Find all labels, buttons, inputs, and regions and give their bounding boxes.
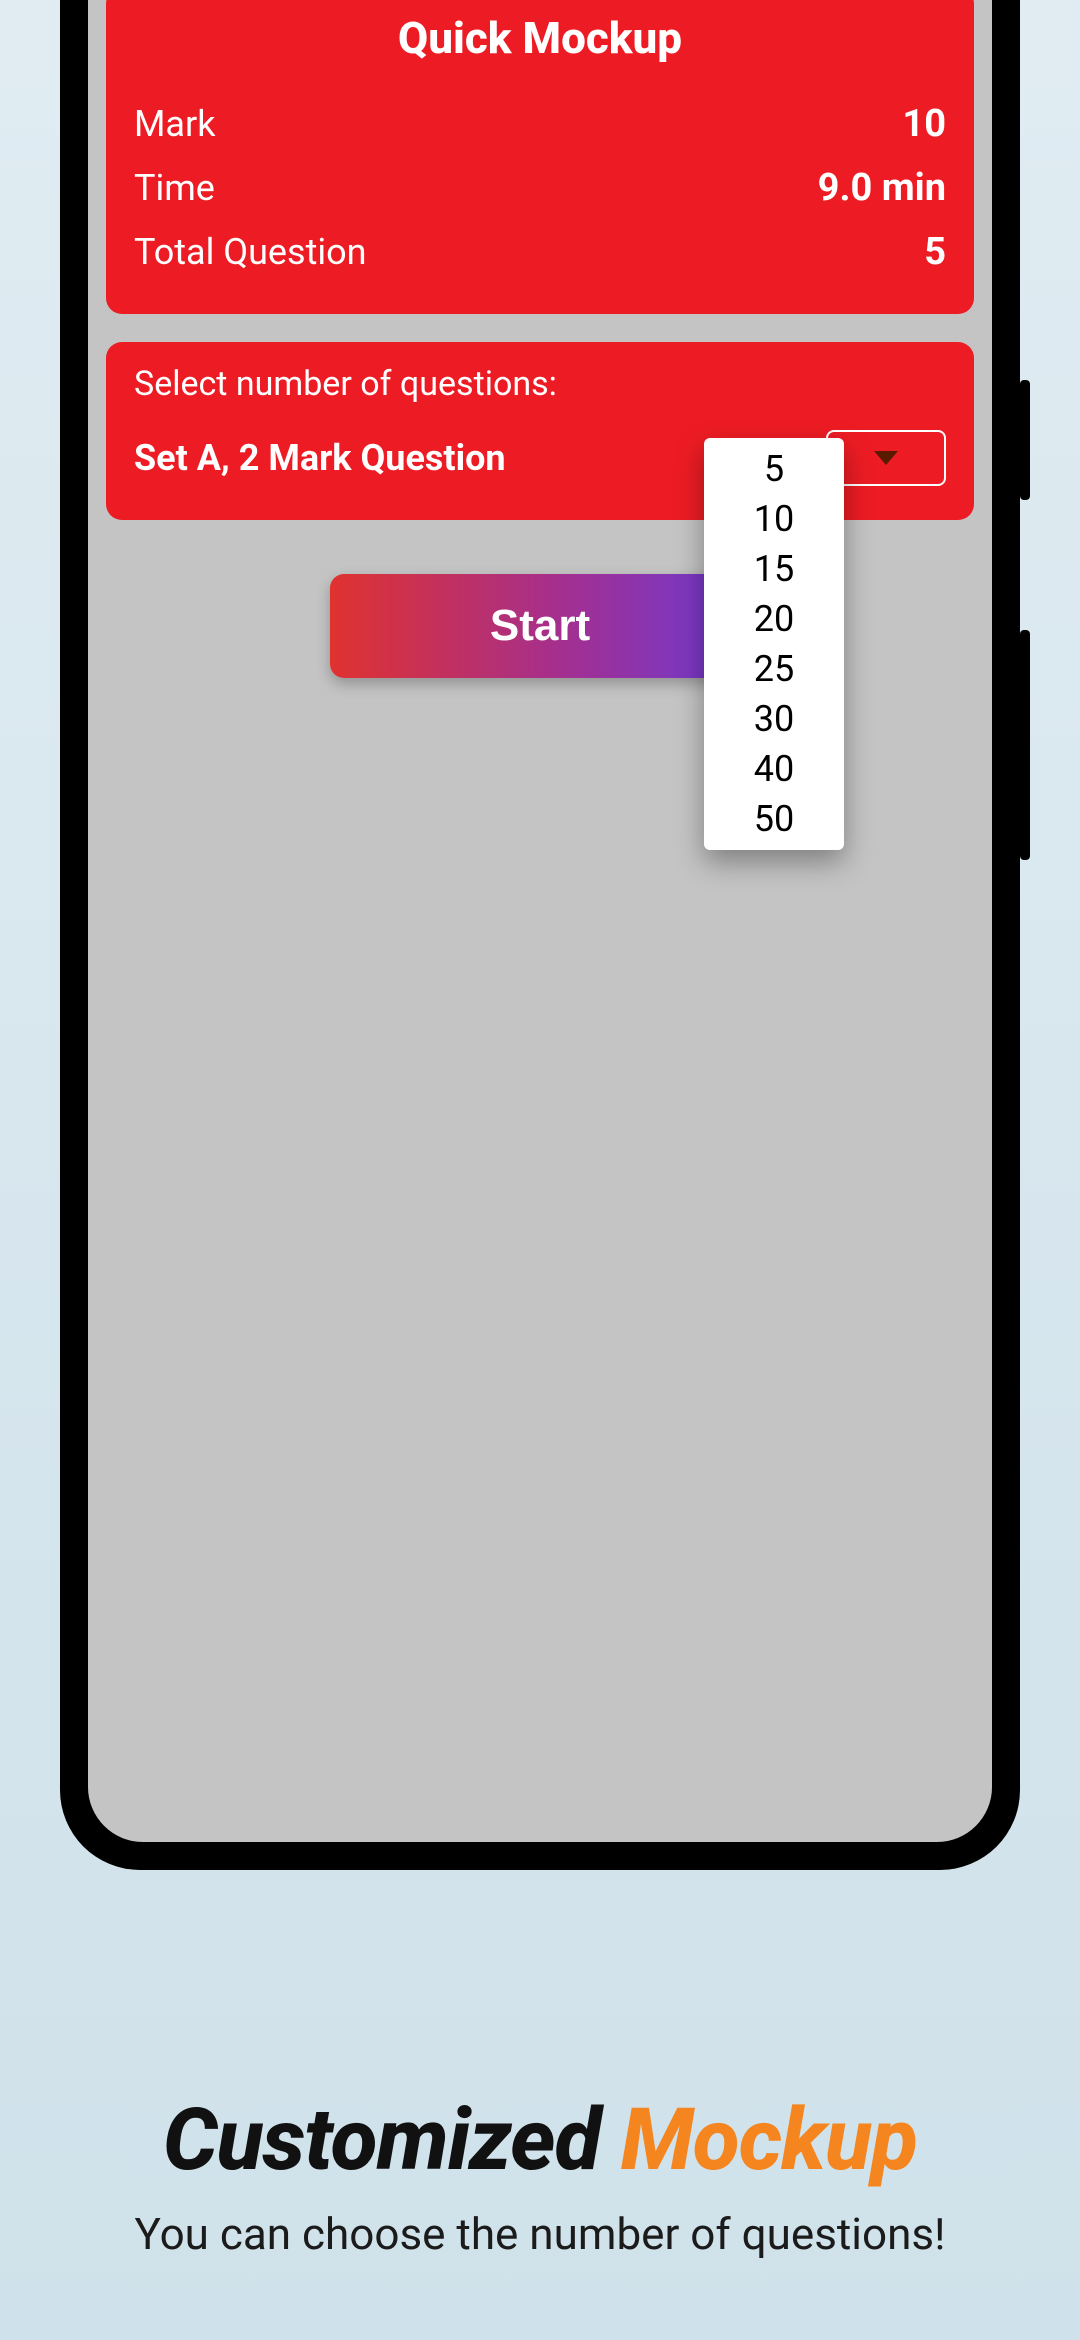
marketing-title-a: Customized	[163, 2089, 621, 2190]
summary-card: Quick Mockup Mark 10 Time 9.0 min Total …	[106, 0, 974, 314]
row-time: Time 9.0 min	[134, 156, 946, 220]
dropdown-list: 5 10 15 20 25 30 40 50	[704, 438, 844, 850]
question-count-dropdown[interactable]	[826, 430, 946, 486]
select-title: Select number of questions:	[134, 364, 946, 404]
dropdown-option[interactable]: 50	[704, 794, 844, 844]
start-button[interactable]: Start	[330, 574, 750, 678]
screen: 2:44 📳 0 KB/S ▲ 📶 12% Quick Mockup Mark …	[88, 0, 992, 1842]
row-total: Total Question 5	[134, 220, 946, 284]
chevron-down-icon	[874, 451, 898, 465]
marketing-footer: Customized Mockup You can choose the num…	[0, 2089, 1080, 2260]
card-title: Quick Mockup	[134, 12, 946, 64]
set-label: Set A, 2 Mark Question	[134, 437, 506, 479]
row-mark-value: 10	[902, 102, 946, 146]
dropdown-option[interactable]: 20	[704, 594, 844, 644]
dropdown-option[interactable]: 5	[704, 444, 844, 494]
row-mark: Mark 10	[134, 92, 946, 156]
row-total-label: Total Question	[134, 231, 367, 273]
marketing-title-b: Mockup	[621, 2089, 917, 2190]
dropdown-option[interactable]: 25	[704, 644, 844, 694]
row-time-value: 9.0 min	[818, 166, 946, 210]
dropdown-option[interactable]: 30	[704, 694, 844, 744]
marketing-title: Customized Mockup	[0, 2089, 1080, 2190]
row-mark-label: Mark	[134, 103, 215, 145]
row-total-value: 5	[924, 230, 946, 274]
dropdown-option[interactable]: 10	[704, 494, 844, 544]
phone-side-button	[1020, 630, 1030, 860]
dropdown-option[interactable]: 15	[704, 544, 844, 594]
dropdown-option[interactable]: 40	[704, 744, 844, 794]
marketing-subtitle: You can choose the number of questions!	[0, 2208, 1080, 2260]
phone-frame: 2:44 📳 0 KB/S ▲ 📶 12% Quick Mockup Mark …	[60, 0, 1020, 1870]
select-card: Select number of questions: Set A, 2 Mar…	[106, 342, 974, 520]
row-time-label: Time	[134, 167, 215, 209]
